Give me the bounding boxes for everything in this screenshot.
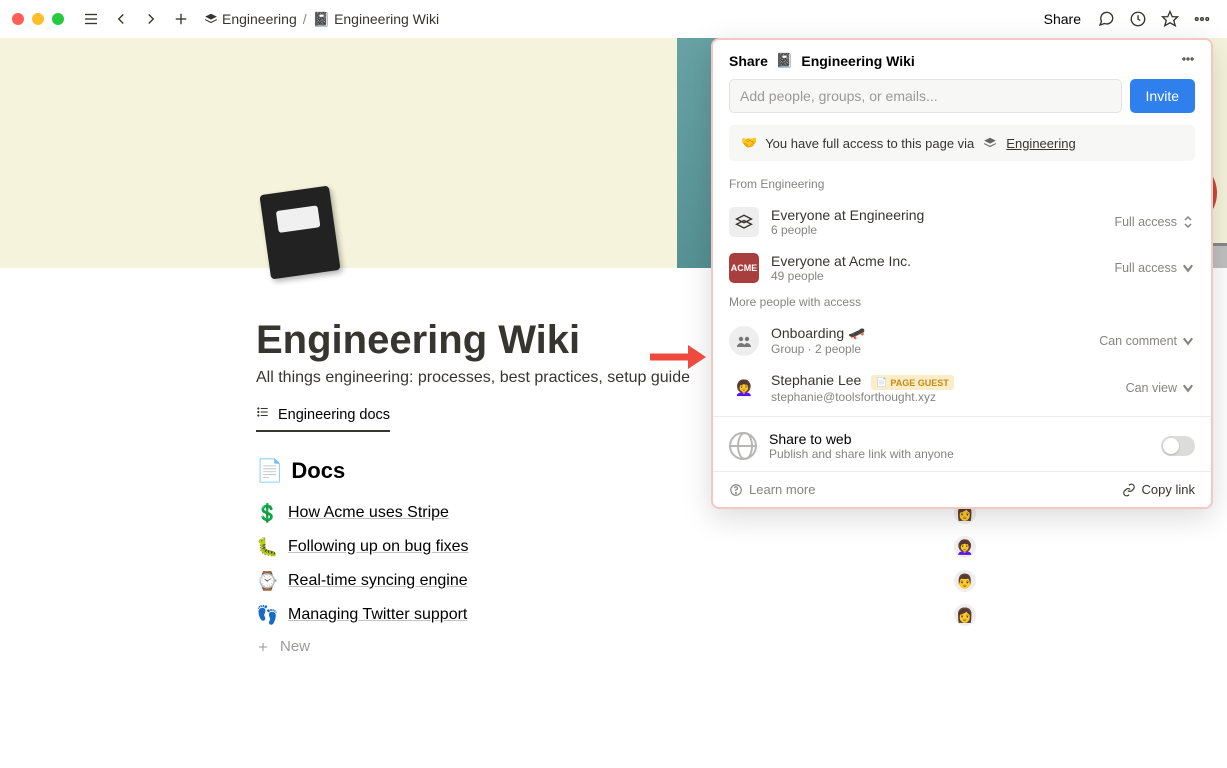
breadcrumb-item-engineering[interactable]: Engineering (204, 11, 297, 27)
doc-author-avatar: 👩 (954, 604, 976, 626)
new-page-button[interactable] (168, 6, 194, 32)
breadcrumb-separator: / (303, 11, 307, 27)
share-header-prefix: Share (729, 53, 768, 69)
favorite-icon[interactable] (1157, 6, 1183, 32)
annotation-arrow (648, 342, 706, 377)
copy-link-button[interactable]: Copy link (1122, 482, 1195, 497)
permission-dropdown[interactable]: Full access (1114, 261, 1195, 275)
member-sub: stephanie@toolsforthought.xyz (771, 390, 954, 404)
doc-title: Following up on bug fixes (288, 538, 469, 556)
breadcrumb: Engineering / 📓 Engineering Wiki (204, 11, 439, 28)
user-avatar: 👩‍🦱 (729, 373, 759, 403)
doc-title: Managing Twitter support (288, 606, 467, 624)
docs-list: 💲 How Acme uses Stripe 👩 🐛 Following up … (256, 496, 956, 661)
share-panel-header: Share 📓 Engineering Wiki (713, 40, 1211, 79)
docs-icon: 📄 (256, 458, 283, 484)
doc-icon: 🐛 (256, 537, 276, 558)
doc-title: How Acme uses Stripe (288, 504, 449, 522)
hand-icon: 🤝 (741, 135, 757, 151)
breadcrumb-label: Engineering Wiki (334, 11, 439, 27)
permission-dropdown[interactable]: Can comment (1099, 334, 1195, 348)
updates-icon[interactable] (1125, 6, 1151, 32)
forward-button[interactable] (138, 6, 164, 32)
member-name: Everyone at Acme Inc. (771, 253, 911, 269)
globe-icon (729, 432, 757, 460)
tab-label: Engineering docs (278, 407, 390, 423)
share-panel-more-icon[interactable] (1181, 52, 1195, 69)
share-invite-row: Invite (713, 79, 1211, 125)
member-row-everyone-acme: ACME Everyone at Acme Inc. 49 people Ful… (713, 245, 1211, 291)
doc-icon: ⌚ (256, 571, 276, 592)
doc-icon: 👣 (256, 605, 276, 626)
share-panel: Share 📓 Engineering Wiki Invite 🤝 You ha… (711, 38, 1213, 509)
doc-row[interactable]: ⌚ Real-time syncing engine 👨 (256, 564, 956, 598)
member-row-everyone-engineering: Everyone at Engineering 6 people Full ac… (713, 199, 1211, 245)
share-input[interactable] (729, 79, 1122, 113)
member-name: Onboarding 🛹 (771, 325, 866, 342)
doc-author-avatar: 👨 (954, 570, 976, 592)
access-info-box: 🤝 You have full access to this page via … (729, 125, 1195, 161)
window-traffic-lights (12, 13, 64, 25)
invite-button[interactable]: Invite (1130, 79, 1195, 113)
stack-icon (982, 135, 998, 151)
share-button[interactable]: Share (1038, 7, 1087, 31)
topbar-right: Share (1038, 6, 1215, 32)
member-row-stephanie: 👩‍🦱 Stephanie Lee 📄 PAGE GUEST stephanie… (713, 364, 1211, 412)
notebook-icon: 📓 (313, 11, 330, 28)
share-web-sub: Publish and share link with anyone (769, 447, 954, 461)
new-label: New (280, 638, 310, 655)
member-name: Stephanie Lee 📄 PAGE GUEST (771, 372, 954, 390)
menu-icon[interactable] (78, 6, 104, 32)
new-row-button[interactable]: New (256, 632, 956, 661)
back-button[interactable] (108, 6, 134, 32)
member-sub: 49 people (771, 269, 911, 283)
doc-author-avatar: 👩‍🦱 (954, 536, 976, 558)
member-row-onboarding: Onboarding 🛹 Group · 2 people Can commen… (713, 317, 1211, 364)
topbar: Engineering / 📓 Engineering Wiki Share (0, 0, 1227, 38)
breadcrumb-label: Engineering (222, 11, 297, 27)
share-panel-footer: Learn more Copy link (713, 471, 1211, 507)
minimize-window-button[interactable] (32, 13, 44, 25)
notebook-icon: 📓 (776, 52, 793, 69)
doc-title: Real-time syncing engine (288, 572, 468, 590)
permission-dropdown[interactable]: Full access (1114, 215, 1195, 229)
section-from-label: From Engineering (713, 173, 1211, 199)
page-guest-badge: 📄 PAGE GUEST (871, 375, 954, 390)
permission-dropdown[interactable]: Can view (1126, 381, 1195, 395)
page-icon[interactable] (259, 186, 340, 280)
info-text: You have full access to this page via (765, 136, 974, 151)
share-header-page: Engineering Wiki (801, 53, 914, 69)
learn-more-link[interactable]: Learn more (729, 482, 815, 497)
group-avatar (729, 326, 759, 356)
member-sub: Group · 2 people (771, 342, 866, 356)
share-web-toggle[interactable] (1161, 436, 1195, 456)
doc-row[interactable]: 🐛 Following up on bug fixes 👩‍🦱 (256, 530, 956, 564)
list-icon (256, 405, 270, 424)
more-icon[interactable] (1189, 6, 1215, 32)
doc-icon: 💲 (256, 503, 276, 524)
member-name: Everyone at Engineering (771, 207, 924, 223)
share-to-web-row: Share to web Publish and share link with… (713, 421, 1211, 471)
section-more-label: More people with access (713, 291, 1211, 317)
breadcrumb-item-page[interactable]: 📓 Engineering Wiki (313, 11, 440, 28)
info-link[interactable]: Engineering (1006, 136, 1075, 151)
member-sub: 6 people (771, 223, 924, 237)
stack-icon (204, 12, 218, 26)
close-window-button[interactable] (12, 13, 24, 25)
group-avatar (729, 207, 759, 237)
maximize-window-button[interactable] (52, 13, 64, 25)
docs-heading-label: Docs (291, 458, 345, 484)
database-view-tab[interactable]: Engineering docs (256, 405, 390, 432)
doc-row[interactable]: 👣 Managing Twitter support 👩 (256, 598, 956, 632)
comments-icon[interactable] (1093, 6, 1119, 32)
group-avatar: ACME (729, 253, 759, 283)
share-web-title: Share to web (769, 431, 954, 447)
